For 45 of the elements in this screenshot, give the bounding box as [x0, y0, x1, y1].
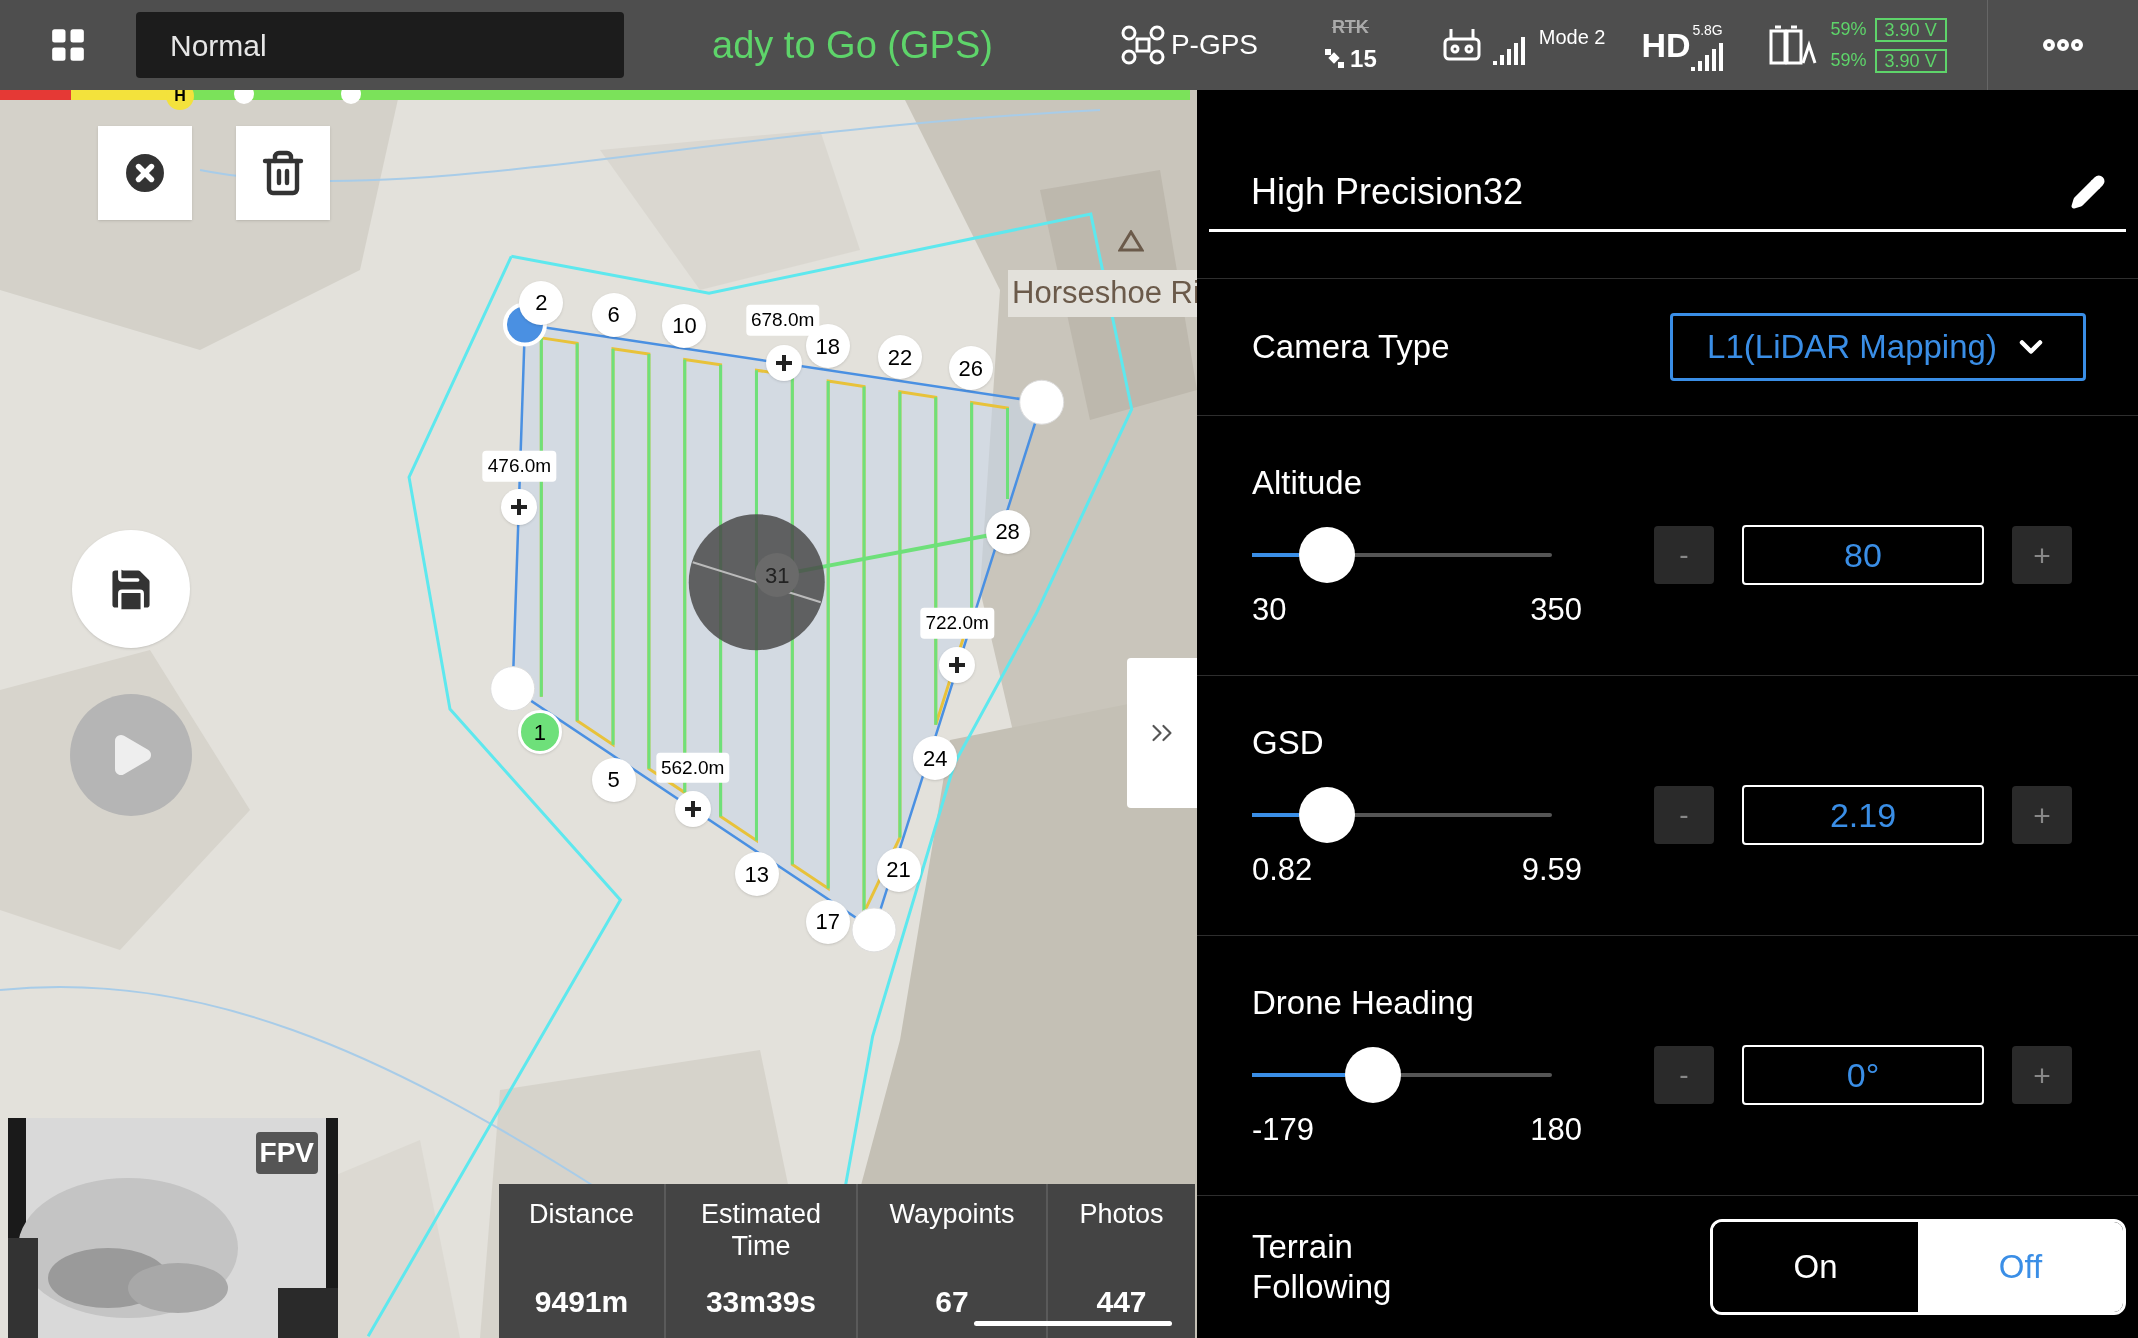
flight-mode-field[interactable]: Normal	[136, 12, 624, 78]
slider-max: 9.59	[1521, 851, 1582, 889]
slider[interactable]	[1252, 527, 1552, 583]
slider-max: 350	[1530, 591, 1582, 629]
slider-min: 30	[1252, 591, 1287, 629]
increase-button[interactable]: +	[2012, 526, 2072, 584]
status-text: ady to Go (GPS)	[712, 22, 993, 68]
signal-icon	[1690, 40, 1725, 71]
setting-label: Altitude	[1252, 462, 1364, 503]
setting-label: GSD	[1252, 722, 1325, 763]
satellite-count: 15	[1350, 43, 1377, 74]
remote-controller-icon	[1442, 27, 1481, 63]
increase-button[interactable]: +	[2012, 1046, 2072, 1104]
slider[interactable]	[1252, 787, 1552, 843]
battery-icon	[1768, 25, 1817, 65]
camera-type-dropdown[interactable]: L1(LiDAR Mapping)	[1670, 313, 2086, 381]
value-field[interactable]: 80	[1742, 525, 1984, 585]
battery-voltage: 3.90 V	[1874, 17, 1947, 42]
decrease-button[interactable]: -	[1654, 786, 1714, 844]
video-band-label: 5.8G	[1692, 20, 1723, 40]
slider-max: 180	[1530, 1111, 1582, 1149]
decrease-button[interactable]: -	[1654, 526, 1714, 584]
slider-min: 0.82	[1252, 851, 1313, 889]
setting-label: Terrain Following	[1252, 1227, 1393, 1307]
value-field[interactable]: 2.19	[1742, 785, 1984, 845]
decrease-button[interactable]: -	[1654, 1046, 1714, 1104]
rtk-label: RTK	[1331, 15, 1369, 39]
battery-percent: 59%	[1830, 49, 1867, 72]
setting-label: Camera Type	[1252, 327, 1450, 368]
battery-percent: 59%	[1830, 18, 1867, 41]
value-field[interactable]: 0°	[1742, 1045, 1984, 1105]
edit-icon[interactable]	[2070, 174, 2106, 210]
rc-mode-label: Mode 2	[1538, 25, 1606, 50]
drone-icon	[1120, 25, 1165, 65]
slider-min: -179	[1252, 1111, 1315, 1149]
slider-thumb[interactable]	[1345, 1047, 1401, 1103]
battery-voltage: 3.90 V	[1874, 48, 1947, 73]
satellite-icon	[1324, 47, 1347, 70]
setting-label: Drone Heading	[1252, 982, 1475, 1023]
increase-button[interactable]: +	[2012, 786, 2072, 844]
signal-icon	[1492, 35, 1527, 65]
mission-title[interactable]: High Precision32	[1251, 165, 1524, 219]
slider[interactable]	[1252, 1047, 1552, 1103]
video-link-label: HD	[1641, 24, 1691, 66]
positioning-label: P-GPS	[1170, 28, 1259, 62]
